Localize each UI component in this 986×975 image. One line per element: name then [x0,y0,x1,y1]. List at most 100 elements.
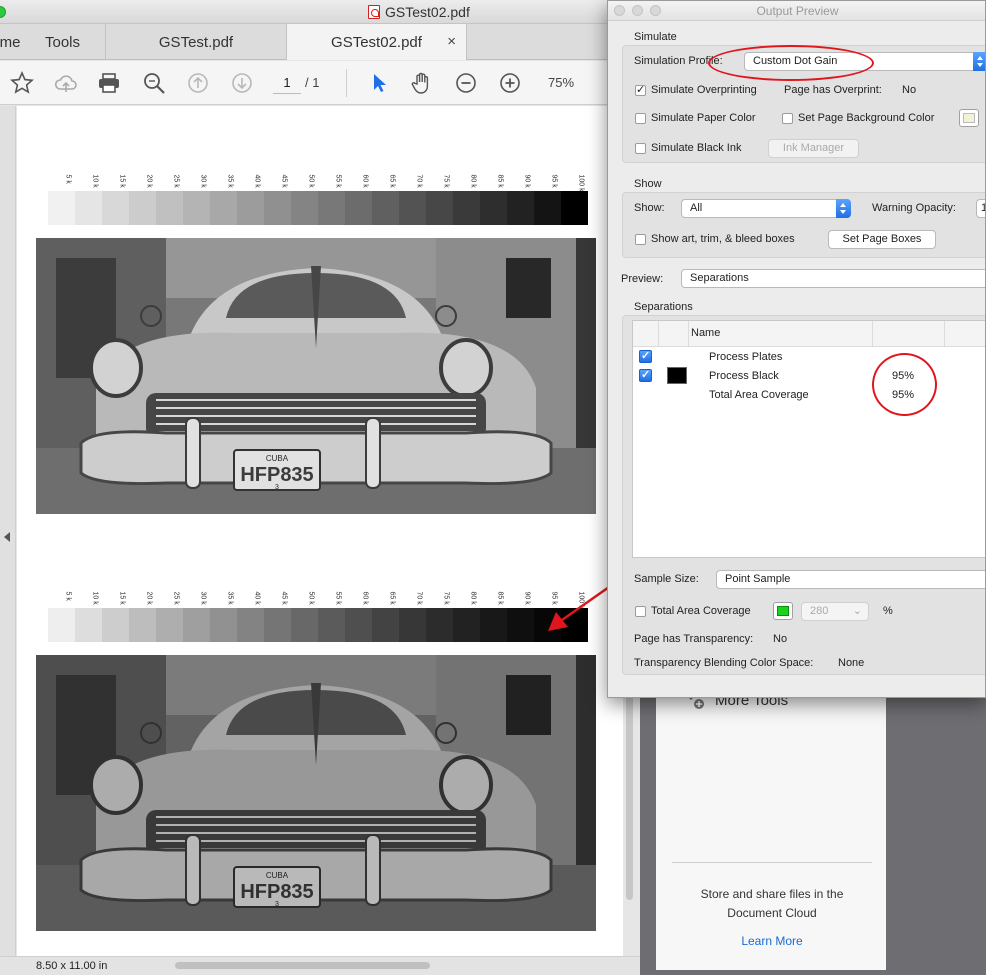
preview-value: Separations [690,272,749,284]
dialog-minimize-button[interactable] [632,5,643,16]
dialog-zoom-button[interactable] [650,5,661,16]
ramp-patch [399,191,426,225]
col-check [633,321,659,347]
ramp-patch [345,191,372,225]
tab-gstest02[interactable]: GSTest02.pdf × [287,24,467,60]
svg-text:3: 3 [275,901,279,908]
blending-value: None [838,657,865,669]
ink-manager-button[interactable]: Ink Manager [768,139,859,158]
select-arrow-icon[interactable] [365,69,393,97]
ramp-patch [210,608,237,642]
hand-icon[interactable] [408,69,436,97]
page-overprint-value: No [902,84,917,96]
page-overprint-label: Page has Overprint: [784,84,882,96]
simulate-paper-color-checkbox[interactable] [635,113,646,124]
page-number-input[interactable]: 1 [273,72,301,94]
process-black-checkbox[interactable] [639,368,652,382]
simulate-black-ink-checkbox[interactable] [635,143,646,154]
tac-color-swatch[interactable] [773,602,793,620]
ramp-patch [156,608,183,642]
annotation-circle-profile [708,45,874,81]
separations-section-title: Separations [634,301,693,313]
tab-close-icon[interactable]: × [447,33,456,50]
process-plates-checkbox[interactable] [639,349,652,363]
tac-unit: % [883,605,893,617]
star-icon[interactable] [8,69,36,97]
zoom-out-icon[interactable] [452,69,480,97]
transparency-value: No [773,633,788,645]
zoom-search-icon[interactable] [140,69,168,97]
gray-ramp-top [48,191,588,225]
ramp-patch [561,191,588,225]
sample-size-select[interactable]: Point Sample [716,570,985,589]
zoom-level[interactable]: 75% [548,75,574,90]
ramp-patch [318,191,345,225]
left-panel-strip[interactable] [0,106,16,956]
tac-value-combo[interactable]: 280 ⌄ [801,602,869,621]
ramp-patch [372,608,399,642]
select-stepper-icon [973,52,985,71]
tab-tools[interactable]: Tools [20,24,106,60]
ramp-patch [183,191,210,225]
show-boxes-checkbox[interactable] [635,234,646,245]
horizontal-scrollbar[interactable] [175,962,430,969]
dialog-title-bar: Output Preview [608,1,985,21]
expand-left-panel-icon[interactable] [4,532,10,542]
col-swatch [659,321,689,347]
ramp-patch [507,191,534,225]
ramp-patch [372,191,399,225]
dialog-close-button[interactable] [614,5,625,16]
zoom-in-icon[interactable] [496,69,524,97]
window-title-text: GSTest02.pdf [385,4,470,20]
tac-checkbox[interactable] [635,606,646,617]
ramp-patch [264,608,291,642]
ramp-patch [237,191,264,225]
set-bg-color-checkbox[interactable] [782,113,793,124]
upload-cloud-icon[interactable] [52,69,80,97]
show-boxes-label: Show art, trim, & bleed boxes [651,233,795,245]
page-up-icon[interactable] [184,69,212,97]
ramp-patch [156,191,183,225]
total-area-coverage-name: Total Area Coverage [709,389,809,401]
ramp-patch [291,191,318,225]
col-name-label: Name [691,327,721,339]
ramp-patch [48,191,75,225]
warning-opacity-label: Warning Opacity: [872,202,956,214]
page-down-icon[interactable] [228,69,256,97]
blending-label: Transparency Blending Color Space: [634,657,814,669]
tab-gstest02-label: GSTest02.pdf [331,33,422,51]
status-bar: 8.50 x 11.00 in [0,956,640,975]
process-plates-name: Process Plates [709,351,783,363]
svg-text:CUBA: CUBA [266,871,289,880]
col-value [873,321,945,347]
show-select[interactable]: All [681,199,851,218]
dialog-title: Output Preview [756,4,839,18]
set-page-boxes-button[interactable]: Set Page Boxes [828,230,936,249]
warning-opacity-input[interactable]: 1 [976,199,985,218]
learn-more-link[interactable]: Learn More [672,934,872,948]
tac-value: 280 [810,605,829,617]
print-icon[interactable] [95,69,123,97]
cloud-promo-line2: Document Cloud [727,906,817,920]
ramp-patch [399,608,426,642]
bg-color-swatch[interactable] [959,109,979,127]
car-photo-top: CUBA HFP835 3 [36,238,596,514]
ramp-patch [318,608,345,642]
separations-list: Name Process Plates Process Black 95% To… [632,320,985,558]
page-size-label: 8.50 x 11.00 in [36,960,108,972]
pdf-file-icon [368,5,380,19]
show-section-title: Show [634,178,662,190]
tab-gstest[interactable]: GSTest.pdf [106,24,287,60]
preview-select[interactable]: Separations [681,269,985,288]
car-image-top: CUBAHFP8353 [36,238,596,514]
output-preview-dialog: Output Preview Simulate Simulation Profi… [607,0,986,698]
col-name[interactable]: Name [689,321,873,347]
ramp-patch [102,191,129,225]
tab-home-label: me [0,33,21,51]
select-stepper-icon [836,199,851,218]
ramp-patch [291,608,318,642]
simulate-overprinting-label: Simulate Overprinting [651,84,757,96]
ramp-patch [480,608,507,642]
zoom-window-button[interactable] [0,6,6,18]
simulate-overprinting-checkbox[interactable] [635,83,646,96]
